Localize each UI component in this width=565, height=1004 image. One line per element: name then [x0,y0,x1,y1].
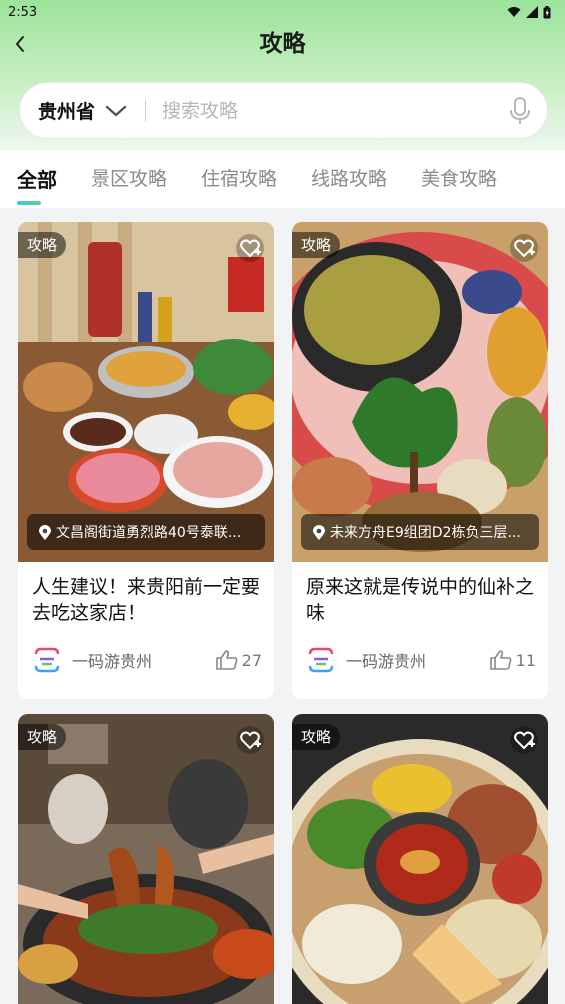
search-input[interactable] [162,99,509,122]
card-tag: 攻略 [18,724,67,750]
author-logo-icon [308,647,334,673]
like-count: 27 [241,650,262,670]
tab-routes[interactable]: 线路攻略 [311,150,387,191]
battery-icon [543,5,551,18]
author-logo-icon [34,647,60,673]
food-photo [292,222,548,562]
chevron-down-icon[interactable] [105,104,127,118]
location-badge: 未来方舟E9组团D2栋负三层... [301,514,539,550]
card-image: 攻略 [18,714,274,1004]
tab-label: 景区攻略 [91,168,168,190]
thumbs-up-icon [489,650,512,670]
favorite-add-icon[interactable] [510,726,538,754]
search-divider [145,99,147,122]
wifi-icon [507,7,521,17]
search-bar: 贵州省 [19,82,548,139]
tab-lodging[interactable]: 住宿攻略 [201,150,277,191]
guide-card[interactable]: 攻略 [18,714,274,1004]
tab-all[interactable]: 全部 [17,150,57,205]
category-tabs: 全部 景区攻略 住宿攻略 线路攻略 美食攻略 [0,150,565,208]
favorite-add-icon[interactable] [236,726,264,754]
status-bar: 2:53 [0,0,565,24]
card-meta: 一码游贵州 11 [292,628,548,680]
food-photo [18,714,274,1004]
nav-bar: 攻略 [0,24,565,66]
author-name: 一码游贵州 [72,652,153,671]
tab-label: 线路攻略 [311,168,388,190]
page-title: 攻略 [259,31,306,57]
tab-scenic[interactable]: 景区攻略 [91,150,167,191]
signal-icon [526,6,538,18]
like-button[interactable]: 11 [489,650,536,670]
like-button[interactable]: 27 [215,650,262,670]
tab-active-indicator [17,201,41,205]
card-tag: 攻略 [18,232,67,258]
status-time: 2:53 [8,4,38,20]
card-tag: 攻略 [292,724,341,750]
tab-food[interactable]: 美食攻略 [421,150,497,191]
food-photo [292,714,548,1004]
thumbs-up-icon [215,650,238,670]
card-image: 攻略 未来方舟E9组团D2栋负三层... [292,222,548,562]
card-title: 人生建议！来贵阳前一定要去吃这家店！ [32,576,261,624]
favorite-add-icon[interactable] [510,234,538,262]
card-image: 攻略 文昌阁街道勇烈路40号泰联... [18,222,274,562]
favorite-add-icon[interactable] [236,234,264,262]
guide-card[interactable]: 攻略 文昌阁街道勇烈路40号泰联... 人生建议！来贵阳前一定要去吃这家店！ 一… [18,222,274,699]
like-count: 11 [515,650,536,670]
region-selector[interactable]: 贵州省 [38,97,95,124]
location-pin-icon [313,524,325,540]
card-tag: 攻略 [292,232,341,258]
location-text: 未来方舟E9组团D2栋负三层... [330,525,521,541]
author-name: 一码游贵州 [346,652,427,671]
tab-label: 美食攻略 [421,168,498,190]
status-icons [507,5,551,19]
location-pin-icon [39,524,51,540]
location-badge: 文昌阁街道勇烈路40号泰联... [27,514,265,550]
guide-feed: 攻略 文昌阁街道勇烈路40号泰联... 人生建议！来贵阳前一定要去吃这家店！ 一… [0,208,565,1004]
guide-card[interactable]: 攻略 [292,714,548,1004]
microphone-icon[interactable] [509,96,531,126]
food-photo [18,222,274,562]
card-meta: 一码游贵州 27 [18,628,274,680]
guide-card[interactable]: 攻略 未来方舟E9组团D2栋负三层... 原来这就是传说中的仙补之味 一码游贵州 [292,222,548,699]
tab-label: 住宿攻略 [201,168,278,190]
card-title: 原来这就是传说中的仙补之味 [306,576,535,624]
card-image: 攻略 [292,714,548,1004]
location-text: 文昌阁街道勇烈路40号泰联... [56,525,242,541]
tab-label: 全部 [17,168,57,192]
